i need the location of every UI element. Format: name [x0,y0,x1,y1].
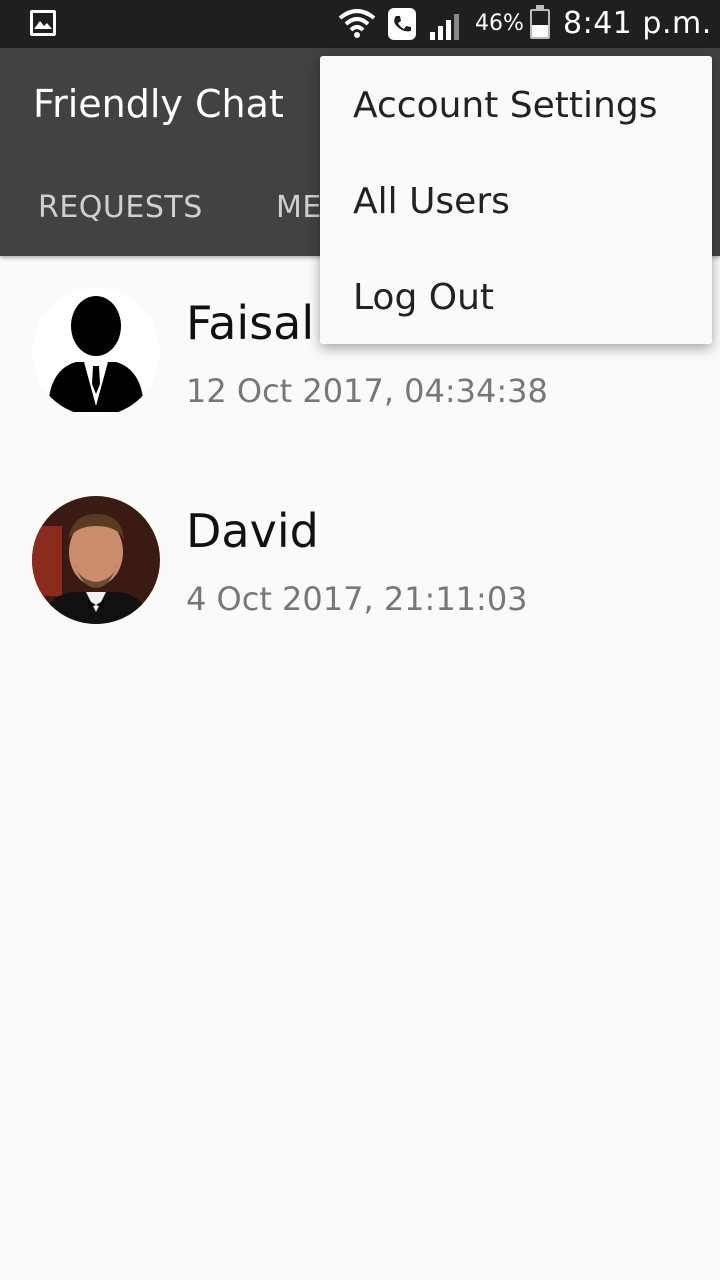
gallery-icon [30,10,56,36]
contact-name: Faisal [186,296,315,350]
app-title: Friendly Chat [33,82,284,126]
photo-avatar [32,496,160,624]
status-bar: 46% 8:41 p.m. [0,0,720,48]
contact-timestamp: 12 Oct 2017, 04:34:38 [186,372,548,410]
status-time: 8:41 p.m. [563,6,712,41]
default-person-avatar [32,288,160,416]
overflow-menu: Account Settings All Users Log Out [320,56,712,344]
menu-item-log-out[interactable]: Log Out [320,250,712,346]
menu-item-all-users[interactable]: All Users [320,154,712,250]
contact-timestamp: 4 Oct 2017, 21:11:03 [186,580,528,618]
signal-icon [430,10,464,44]
contact-name: David [186,504,319,558]
tab-requests[interactable]: REQUESTS [38,190,203,225]
list-item[interactable]: David 4 Oct 2017, 21:11:03 [0,488,720,678]
battery-icon [530,5,550,39]
wifi-icon [338,6,376,46]
tab-messages[interactable]: ME [276,190,320,225]
call-icon [388,8,416,40]
battery-percent: 46% [475,11,524,36]
menu-item-account-settings[interactable]: Account Settings [320,58,712,154]
